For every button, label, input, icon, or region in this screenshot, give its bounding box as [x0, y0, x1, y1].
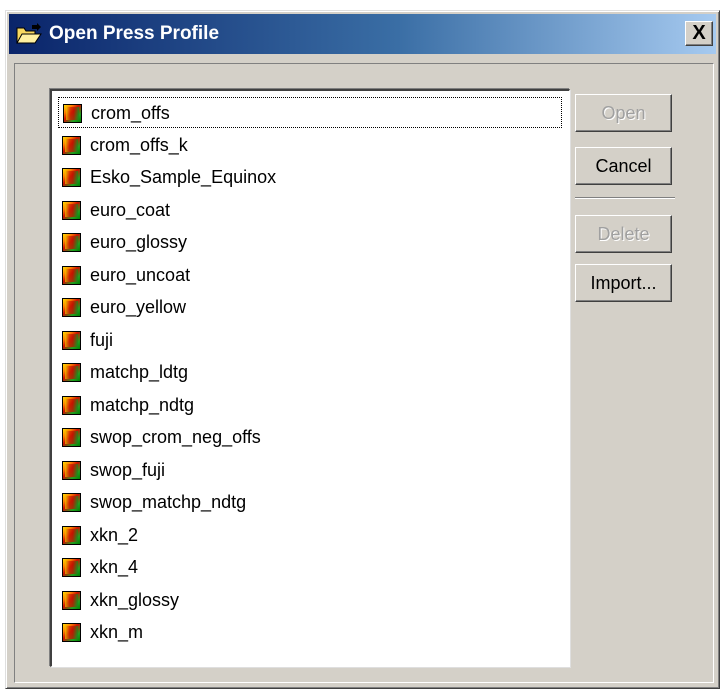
- color-profile-icon: [62, 493, 81, 512]
- folder-open-icon: [16, 23, 42, 44]
- list-item-label: crom_offs: [91, 103, 170, 123]
- list-item[interactable]: crom_offs: [58, 97, 562, 128]
- color-profile-icon: [62, 460, 81, 480]
- list-item-label: Esko_Sample_Equinox: [90, 167, 277, 187]
- dialog-title: Open Press Profile: [49, 23, 220, 44]
- cancel-button[interactable]: Cancel: [575, 147, 672, 185]
- color-profile-icon: [62, 558, 81, 577]
- list-item-label: euro_glossy: [90, 232, 188, 252]
- list-item[interactable]: fuji: [58, 325, 562, 356]
- color-profile-icon: [62, 363, 81, 382]
- open-press-profile-dialog: Open Press Profile X crom_offs crom_offs_…: [5, 10, 720, 689]
- list-item[interactable]: matchp_ndtg: [58, 390, 562, 421]
- list-item-label: xkn_4: [90, 557, 139, 577]
- list-item[interactable]: matchp_ldtg: [58, 357, 562, 388]
- delete-button[interactable]: Delete: [575, 215, 672, 253]
- list-item[interactable]: euro_uncoat: [58, 260, 562, 291]
- list-item[interactable]: swop_fuji: [58, 455, 562, 486]
- list-item-label: matchp_ndtg: [90, 394, 195, 415]
- list-item-label: crom_offs_k: [90, 134, 188, 155]
- button-separator: [575, 197, 675, 199]
- list-item[interactable]: euro_coat: [58, 195, 562, 226]
- color-profile-icon: [62, 168, 81, 187]
- list-item-label: swop_crom_neg_offs: [90, 427, 261, 447]
- list-item-label: xkn_m: [90, 622, 144, 642]
- list-item[interactable]: xkn_glossy: [58, 585, 562, 616]
- list-item[interactable]: xkn_m: [58, 617, 562, 648]
- list-item[interactable]: xkn_4: [58, 552, 562, 583]
- title-bar[interactable]: Open Press Profile X: [9, 14, 716, 54]
- list-item-label: euro_uncoat: [90, 264, 191, 285]
- delete-button-label: Delete: [597, 224, 650, 244]
- list-item[interactable]: euro_yellow: [58, 292, 562, 323]
- list-item-label: matchp_ldtg: [90, 362, 189, 382]
- list-item-label: swop_fuji: [90, 459, 166, 480]
- color-profile-icon: [62, 135, 81, 155]
- profile-list[interactable]: crom_offs crom_offs_k Esko_Sample_Equinoxe…: [50, 89, 570, 667]
- list-item[interactable]: xkn_2: [58, 520, 562, 551]
- import-button-label: Import...: [590, 273, 657, 293]
- list-item-label: euro_yellow: [90, 297, 187, 317]
- list-item-label: xkn_2: [90, 524, 139, 545]
- list-item[interactable]: swop_crom_neg_offs: [58, 422, 562, 453]
- color-profile-icon: [63, 104, 82, 123]
- color-profile-icon: [62, 265, 81, 285]
- color-profile-icon: [62, 298, 81, 317]
- color-profile-icon: [62, 623, 81, 642]
- open-button-label: Open: [601, 103, 646, 123]
- close-button[interactable]: X: [685, 21, 713, 46]
- dialog-body: crom_offs crom_offs_k Esko_Sample_Equinoxe…: [14, 63, 714, 683]
- open-button[interactable]: Open: [575, 94, 672, 132]
- list-item[interactable]: Esko_Sample_Equinox: [58, 162, 562, 193]
- list-item-label: fuji: [90, 329, 114, 350]
- list-item[interactable]: euro_glossy: [58, 227, 562, 258]
- color-profile-icon: [62, 525, 81, 545]
- color-profile-icon: [62, 200, 81, 220]
- list-item[interactable]: crom_offs_k: [58, 130, 562, 161]
- color-profile-icon: [62, 233, 81, 252]
- import-button[interactable]: Import...: [575, 264, 672, 302]
- color-profile-icon: [62, 395, 81, 415]
- list-item-label: euro_coat: [90, 199, 171, 220]
- color-profile-icon: [62, 590, 81, 610]
- color-profile-icon: [62, 428, 81, 447]
- list-item-label: swop_matchp_ndtg: [90, 492, 247, 512]
- list-item-label: xkn_glossy: [90, 589, 180, 610]
- color-profile-icon: [62, 330, 81, 350]
- cancel-button-label: Cancel: [595, 156, 652, 176]
- close-icon: X: [692, 22, 706, 44]
- list-item[interactable]: swop_matchp_ndtg: [58, 487, 562, 518]
